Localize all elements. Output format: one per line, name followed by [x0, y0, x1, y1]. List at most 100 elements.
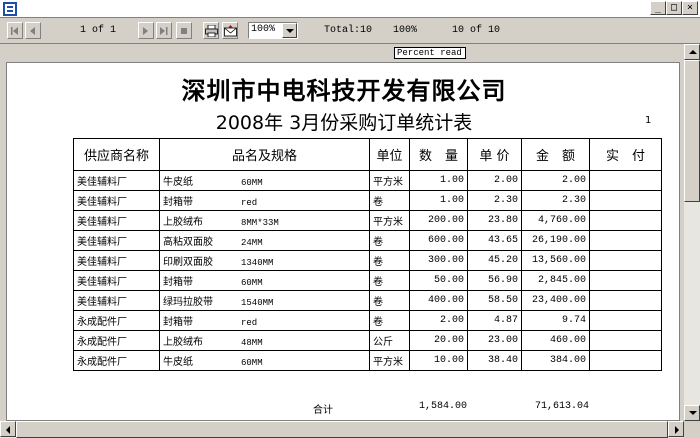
cell-product: 封箱带 60MM: [159, 270, 370, 291]
table-row: 永成配件厂 封箱带 red 卷 2.00 4.87 9.74: [73, 310, 662, 331]
scrollbar-corner: [684, 421, 700, 438]
cell-paid: [589, 190, 662, 211]
scroll-right-button[interactable]: [668, 421, 684, 437]
previous-page-icon: [30, 27, 35, 35]
percent-display: 100%: [393, 25, 418, 36]
cell-amount: 460.00: [521, 330, 590, 351]
product-name: 上胶绒布: [163, 337, 203, 348]
product-spec: 8MM*33M: [241, 218, 279, 228]
company-name: 深圳市中电科技开发有限公司: [181, 77, 507, 105]
cell-unit: 卷: [369, 250, 410, 271]
report-title: 2008年 3月份采购订单统计表: [215, 112, 473, 134]
last-page-button[interactable]: [156, 22, 172, 39]
arrow-down-icon: [689, 411, 697, 415]
vertical-scroll-thumb[interactable]: [684, 60, 700, 202]
table-row: 美佳辅料厂 绿玛拉胶带 1540MM 卷 400.00 58.50 23,400.00: [73, 290, 662, 311]
first-page-button[interactable]: [7, 22, 23, 39]
cell-supplier: 美佳辅料厂: [73, 290, 160, 311]
cell-supplier: 美佳辅料厂: [73, 250, 160, 271]
cell-product: 封箱带 red: [159, 310, 370, 331]
cell-paid: [589, 230, 662, 251]
title-bar: _ □ ×: [0, 0, 700, 18]
cell-unit-price: 58.50: [467, 290, 522, 311]
cell-unit-price: 2.30: [467, 190, 522, 211]
cell-unit-price: 43.65: [467, 230, 522, 251]
cell-quantity: 10.00: [409, 350, 468, 371]
page-indicator: 1 of 1: [80, 25, 117, 36]
cell-quantity: 2.00: [409, 310, 468, 331]
table-row: 美佳辅料厂 封箱带 red 卷 1.00 2.30 2.30: [73, 190, 662, 211]
zoom-value: 100%: [251, 24, 276, 35]
product-spec: 1540MM: [241, 298, 274, 308]
cell-unit-price: 4.87: [467, 310, 522, 331]
cell-supplier: 美佳辅料厂: [73, 230, 160, 251]
cell-paid: [589, 250, 662, 271]
cell-paid: [589, 330, 662, 351]
cell-amount: 23,400.00: [521, 290, 590, 311]
cell-unit-price: 23.80: [467, 210, 522, 231]
cell-quantity: 1.00: [409, 190, 468, 211]
scroll-left-button[interactable]: [0, 421, 16, 437]
zoom-select[interactable]: 100%: [248, 22, 298, 39]
scroll-down-button[interactable]: [684, 405, 700, 421]
product-name: 牛皮纸: [163, 357, 193, 368]
product-name: 印刷双面胶: [163, 257, 213, 268]
print-button[interactable]: [203, 22, 219, 39]
vertical-scrollbar[interactable]: [684, 44, 700, 421]
cell-supplier: 美佳辅料厂: [73, 210, 160, 231]
cell-supplier: 永成配件厂: [73, 310, 160, 331]
stop-button[interactable]: [176, 22, 192, 39]
stop-icon: [181, 28, 187, 34]
report-app-icon[interactable]: [2, 1, 18, 17]
header-product: 品名及规格: [159, 138, 370, 171]
cell-supplier: 美佳辅料厂: [73, 270, 160, 291]
horizontal-scrollbar[interactable]: [0, 421, 684, 438]
cell-amount: 13,560.00: [521, 250, 590, 271]
close-button[interactable]: ×: [682, 1, 698, 15]
cell-amount: 2.30: [521, 190, 590, 211]
horizontal-scroll-thumb[interactable]: [16, 421, 668, 438]
chevron-down-icon[interactable]: [282, 23, 297, 38]
first-page-icon: [11, 27, 18, 35]
record-position: 10 of 10: [452, 25, 501, 36]
product-spec: red: [241, 318, 258, 328]
scroll-up-button[interactable]: [684, 44, 700, 60]
report-viewport: Percent read 深圳市中电科技开发有限公司 2008年 3月份采购订单…: [0, 44, 684, 421]
cell-quantity: 1.00: [409, 170, 468, 191]
cell-quantity: 200.00: [409, 210, 468, 231]
cell-unit: 公斤: [369, 330, 410, 351]
cell-supplier: 美佳辅料厂: [73, 170, 160, 191]
minimize-button[interactable]: _: [650, 1, 666, 15]
product-spec: 60MM: [241, 358, 263, 368]
maximize-button[interactable]: □: [666, 1, 682, 15]
cell-quantity: 300.00: [409, 250, 468, 271]
arrow-right-icon: [675, 426, 679, 434]
cell-quantity: 20.00: [409, 330, 468, 351]
cell-amount: 2,845.00: [521, 270, 590, 291]
cell-paid: [589, 290, 662, 311]
table-row: 美佳辅料厂 印刷双面胶 1340MM 卷 300.00 45.20 13,560.00: [73, 250, 662, 271]
product-name: 封箱带: [163, 317, 193, 328]
next-page-button[interactable]: [138, 22, 154, 39]
cell-unit: 卷: [369, 310, 410, 331]
cell-supplier: 美佳辅料厂: [73, 190, 160, 211]
total-records: Total:10: [324, 25, 373, 36]
cell-unit-price: 45.20: [467, 250, 522, 271]
product-spec: 60MM: [241, 278, 263, 288]
cell-unit-price: 2.00: [467, 170, 522, 191]
cell-supplier: 永成配件厂: [73, 330, 160, 351]
previous-page-button[interactable]: [25, 22, 41, 39]
cell-product: 上胶绒布 48MM: [159, 330, 370, 351]
cell-unit: 卷: [369, 230, 410, 251]
cell-unit: 卷: [369, 190, 410, 211]
cell-quantity: 50.00: [409, 270, 468, 291]
toolbar: 1 of 1 100% Total:10 100% 10 of 10: [0, 18, 700, 44]
cell-supplier: 永成配件厂: [73, 350, 160, 371]
cell-amount: 9.74: [521, 310, 590, 331]
cell-unit: 平方米: [369, 170, 410, 191]
cell-product: 牛皮纸 60MM: [159, 170, 370, 191]
cell-paid: [589, 270, 662, 291]
cell-unit-price: 38.40: [467, 350, 522, 371]
cell-unit: 平方米: [369, 350, 410, 371]
export-button[interactable]: [222, 22, 238, 39]
